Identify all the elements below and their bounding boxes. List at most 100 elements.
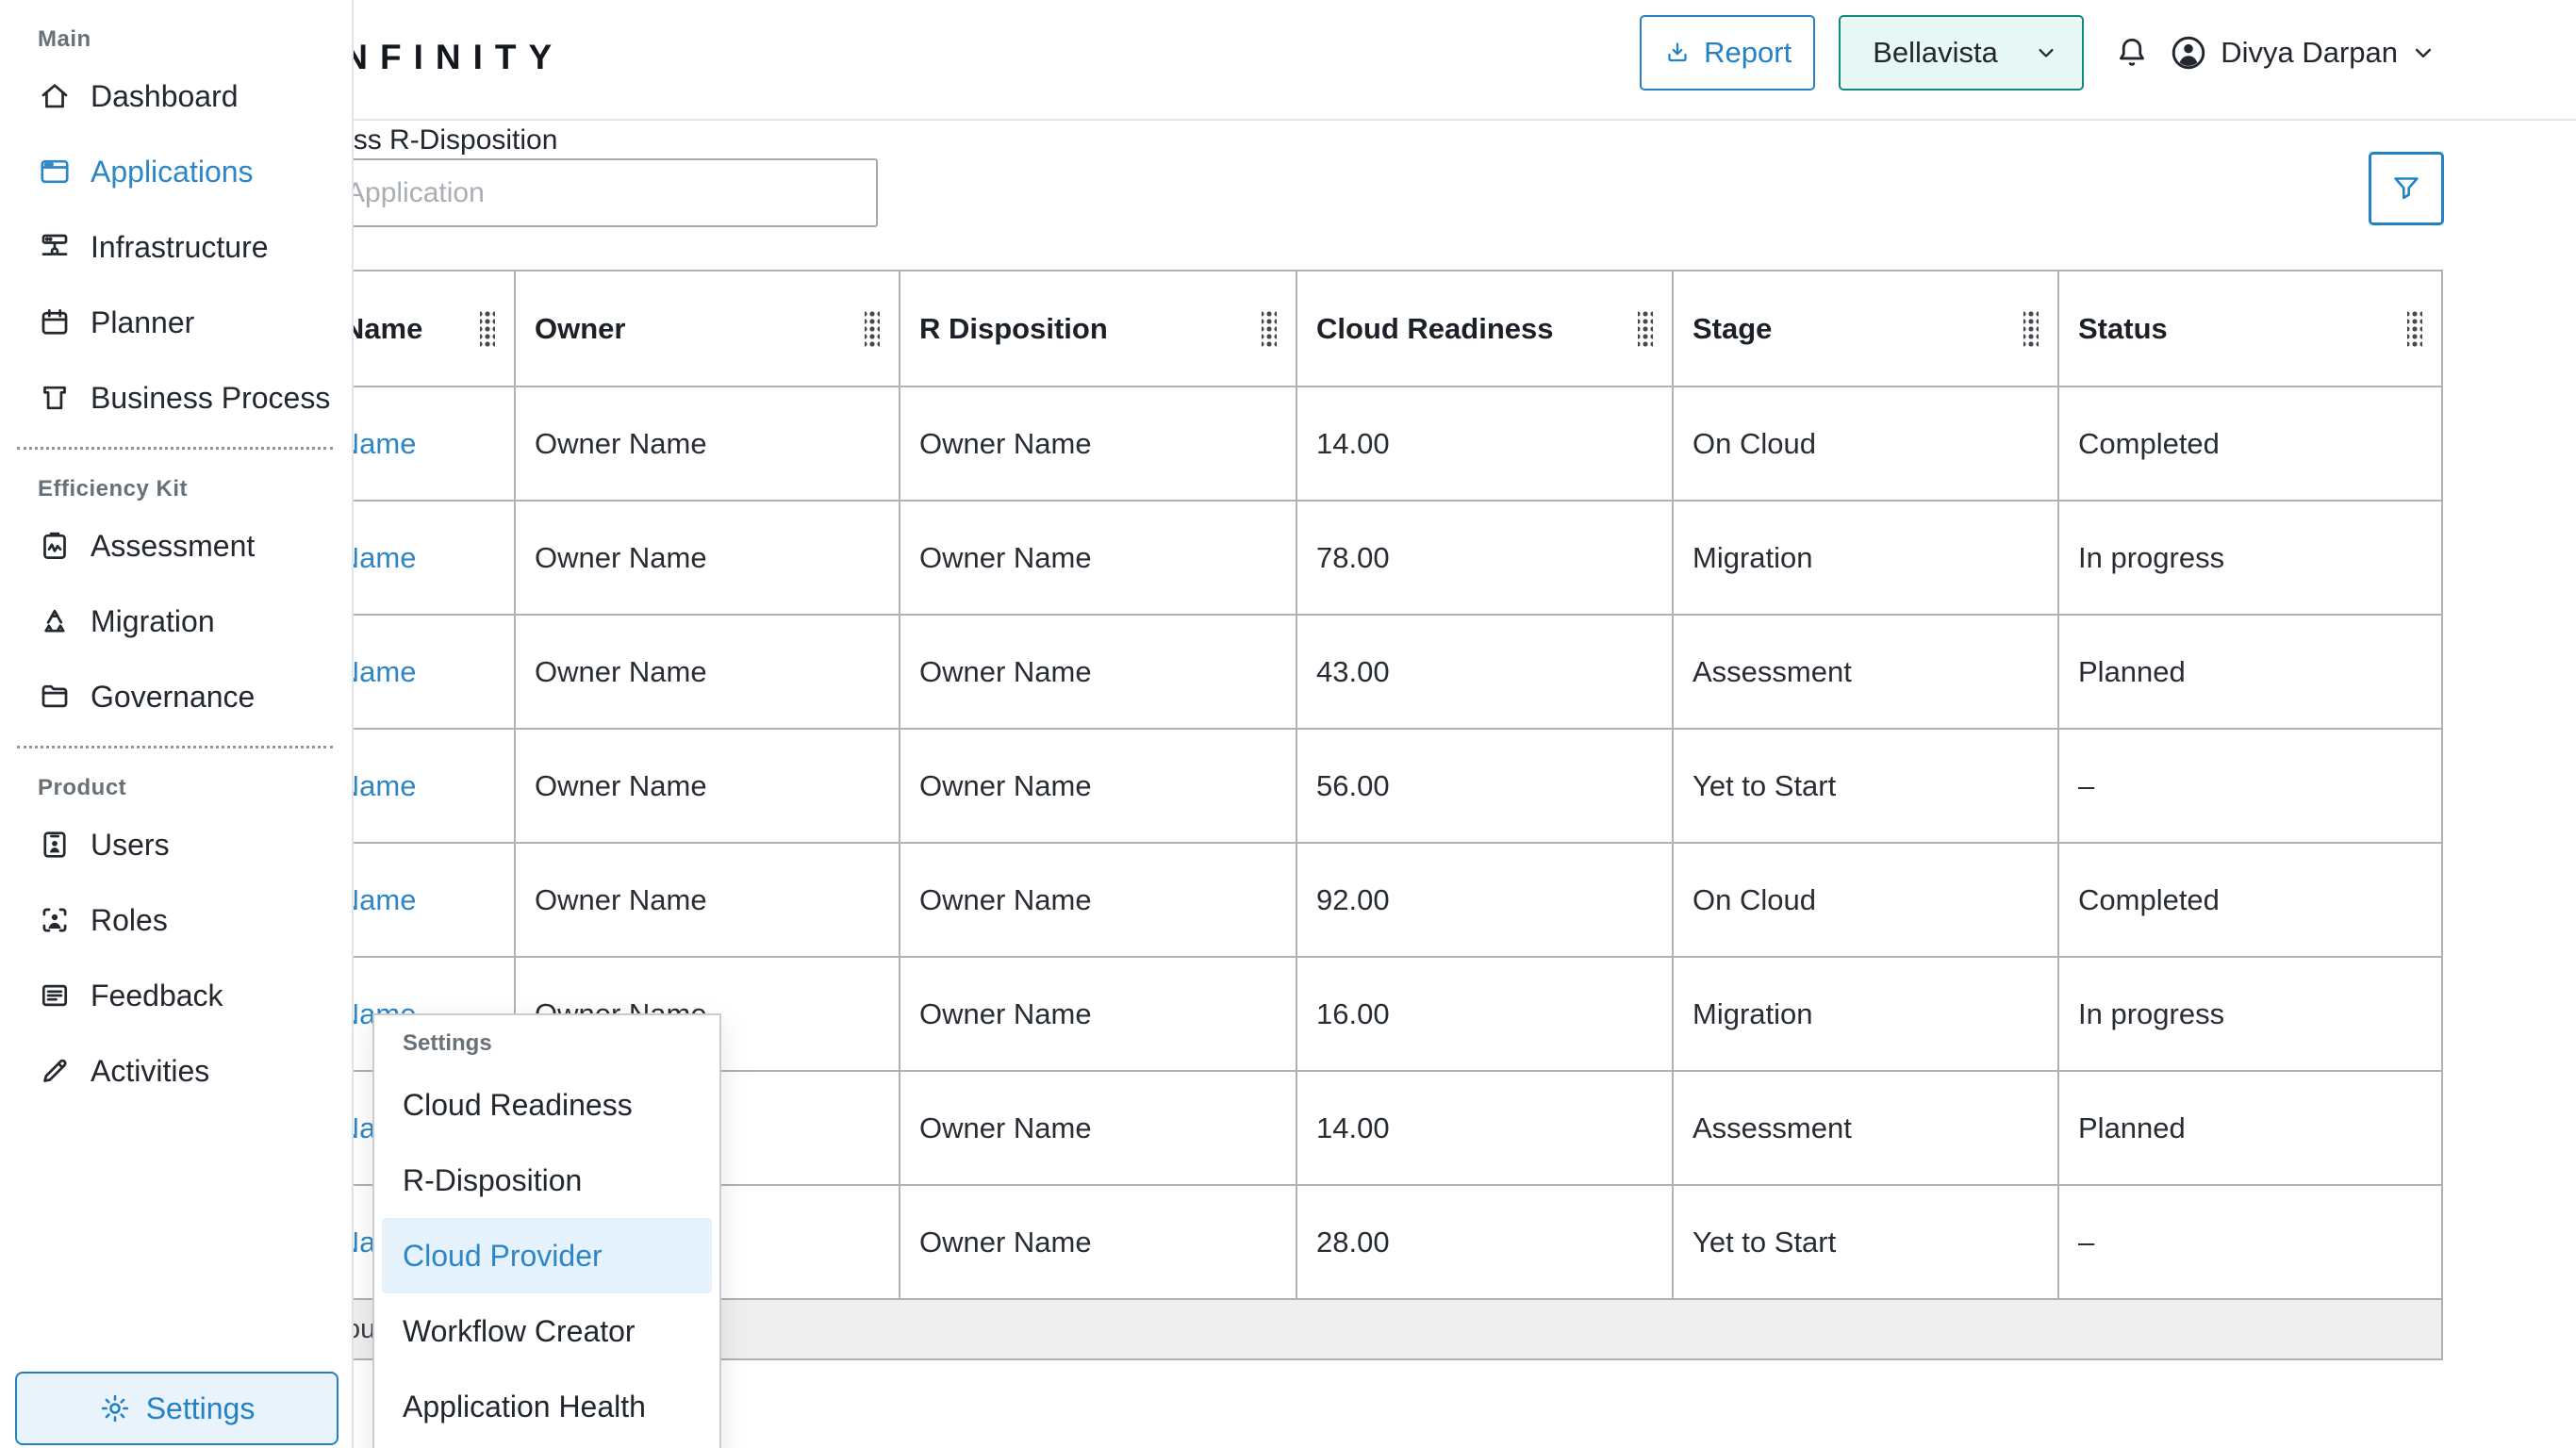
cell-value: – <box>2078 1226 2094 1259</box>
sidebar-item-applications[interactable]: Applications <box>0 134 352 209</box>
table-cell: Yet to Start <box>1674 730 2059 844</box>
sidebar-item-users[interactable]: Users <box>0 807 352 882</box>
sidebar-item-migration[interactable]: Migration <box>0 584 352 659</box>
cell-value: Migration <box>1693 541 1813 575</box>
sidebar-item-label: Feedback <box>91 979 223 1013</box>
settings-popup-title: Settings <box>403 1030 719 1057</box>
settings-menu-item-cloud-readiness[interactable]: Cloud Readiness <box>382 1067 712 1143</box>
user-menu-chevron-icon[interactable] <box>2409 39 2437 67</box>
sidebar-item-activities[interactable]: Activities <box>0 1033 352 1109</box>
sidebar-item-roles[interactable]: Roles <box>0 882 352 958</box>
report-button[interactable]: Report <box>1640 15 1815 90</box>
search-input[interactable] <box>290 158 878 227</box>
bell-icon <box>2112 33 2152 73</box>
table-cell: 78.00 <box>1297 502 1674 616</box>
filter-button[interactable] <box>2369 152 2444 225</box>
sidebar-item-business-process[interactable]: Business Process <box>0 360 352 436</box>
settings-button-label: Settings <box>146 1391 256 1426</box>
section-label: Main <box>38 26 352 53</box>
activities-icon <box>38 1054 72 1088</box>
sidebar-item-label: Assessment <box>91 529 255 564</box>
table-cell: 56.00 <box>1297 730 1674 844</box>
governance-icon <box>38 680 72 714</box>
sidebar-item-planner[interactable]: Planner <box>0 285 352 360</box>
table-row: App NameOwner NameOwner Name92.00On Clou… <box>132 844 2443 958</box>
cell-value: 28.00 <box>1316 1226 1390 1259</box>
section-divider <box>17 447 333 450</box>
table-cell: Yet to Start <box>1674 1186 2059 1300</box>
cell-value: Owner Name <box>535 769 707 803</box>
column-header-label: Owner <box>535 312 625 346</box>
sidebar-item-feedback[interactable]: Feedback <box>0 958 352 1033</box>
cell-value: Owner Name <box>919 655 1092 689</box>
table-cell: Planned <box>2059 1072 2443 1186</box>
cell-value: Owner Name <box>919 541 1092 575</box>
table-cell: Assessment <box>1674 1072 2059 1186</box>
users-icon <box>38 828 72 862</box>
table-cell: 28.00 <box>1297 1186 1674 1300</box>
app-screen: INFINITY Report Bellavista <box>0 0 2576 1448</box>
assessment-icon <box>38 529 72 563</box>
column-drag-handle-icon[interactable] <box>2023 310 2039 348</box>
table-row: App NameOwner NameOwner Name78.00Migrati… <box>132 502 2443 616</box>
cell-value: Owner Name <box>919 1111 1092 1145</box>
sidebar-item-label: Applications <box>91 155 254 189</box>
table-cell: Owner Name <box>900 1186 1297 1300</box>
cell-value: Assessment <box>1693 655 1852 689</box>
topbar: INFINITY Report Bellavista <box>0 0 2576 121</box>
sidebar-item-label: Governance <box>91 680 255 715</box>
table-cell: Owner Name <box>516 730 900 844</box>
settings-menu-item-workflow-creator[interactable]: Workflow Creator <box>382 1293 712 1369</box>
cell-value: Owner Name <box>535 655 707 689</box>
table-cell: Completed <box>2059 844 2443 958</box>
column-drag-handle-icon[interactable] <box>2407 310 2422 348</box>
column-drag-handle-icon[interactable] <box>480 310 495 348</box>
settings-popup: Settings Cloud ReadinessR-DispositionClo… <box>372 1013 721 1448</box>
notifications-button[interactable] <box>2112 33 2152 73</box>
table-cell: Owner Name <box>900 958 1297 1072</box>
migration-icon <box>38 604 72 638</box>
sidebar-item-dashboard[interactable]: Dashboard <box>0 58 352 134</box>
sidebar-item-infrastructure[interactable]: Infrastructure <box>0 209 352 285</box>
sidebar-item-assessment[interactable]: Assessment <box>0 508 352 584</box>
cell-value: 43.00 <box>1316 655 1390 689</box>
table-cell: Owner Name <box>516 616 900 730</box>
cell-value: Planned <box>2078 1111 2186 1145</box>
cell-value: Completed <box>2078 427 2220 461</box>
sidebar-item-label: Roles <box>91 903 168 938</box>
sidebar-item-label: Activities <box>91 1054 209 1089</box>
settings-menu-item-cloud-provider[interactable]: Cloud Provider <box>382 1218 712 1293</box>
column-drag-handle-icon[interactable] <box>1262 310 1277 348</box>
avatar-icon <box>2168 32 2209 74</box>
cell-value: Yet to Start <box>1693 769 1836 803</box>
table-cell: – <box>2059 1186 2443 1300</box>
cell-value: Assessment <box>1693 1111 1852 1145</box>
workspace-select[interactable]: Bellavista <box>1839 15 2084 90</box>
table-cell: On Cloud <box>1674 844 2059 958</box>
user-avatar[interactable] <box>2168 32 2209 74</box>
cell-value: Owner Name <box>919 883 1092 917</box>
business-process-icon <box>38 381 72 415</box>
cell-value: Migration <box>1693 997 1813 1031</box>
settings-button[interactable]: Settings <box>15 1372 339 1445</box>
table-row: App NameOwner NameOwner Name56.00Yet to … <box>132 730 2443 844</box>
settings-menu-item-application-health[interactable]: Application Health <box>382 1369 712 1444</box>
cell-value: Owner Name <box>919 427 1092 461</box>
topbar-actions: Report Bellavista <box>1640 15 2437 90</box>
column-drag-handle-icon[interactable] <box>865 310 880 348</box>
table-cell: 14.00 <box>1297 387 1674 502</box>
home-icon <box>38 79 72 113</box>
workspace-value: Bellavista <box>1873 36 1998 70</box>
sidebar-item-governance[interactable]: Governance <box>0 659 352 734</box>
column-drag-handle-icon[interactable] <box>1638 310 1653 348</box>
settings-menu-item-r-disposition[interactable]: R-Disposition <box>382 1143 712 1218</box>
cell-value: Owner Name <box>919 997 1092 1031</box>
table-cell: – <box>2059 730 2443 844</box>
cell-value: In progress <box>2078 541 2224 575</box>
column-header-r-disposition: R Disposition <box>900 272 1297 387</box>
gear-icon <box>99 1392 131 1424</box>
chevron-down-icon <box>2033 40 2059 66</box>
brand-logo: INFINITY <box>321 38 564 77</box>
cell-value: In progress <box>2078 997 2224 1031</box>
filter-icon <box>2389 172 2423 206</box>
